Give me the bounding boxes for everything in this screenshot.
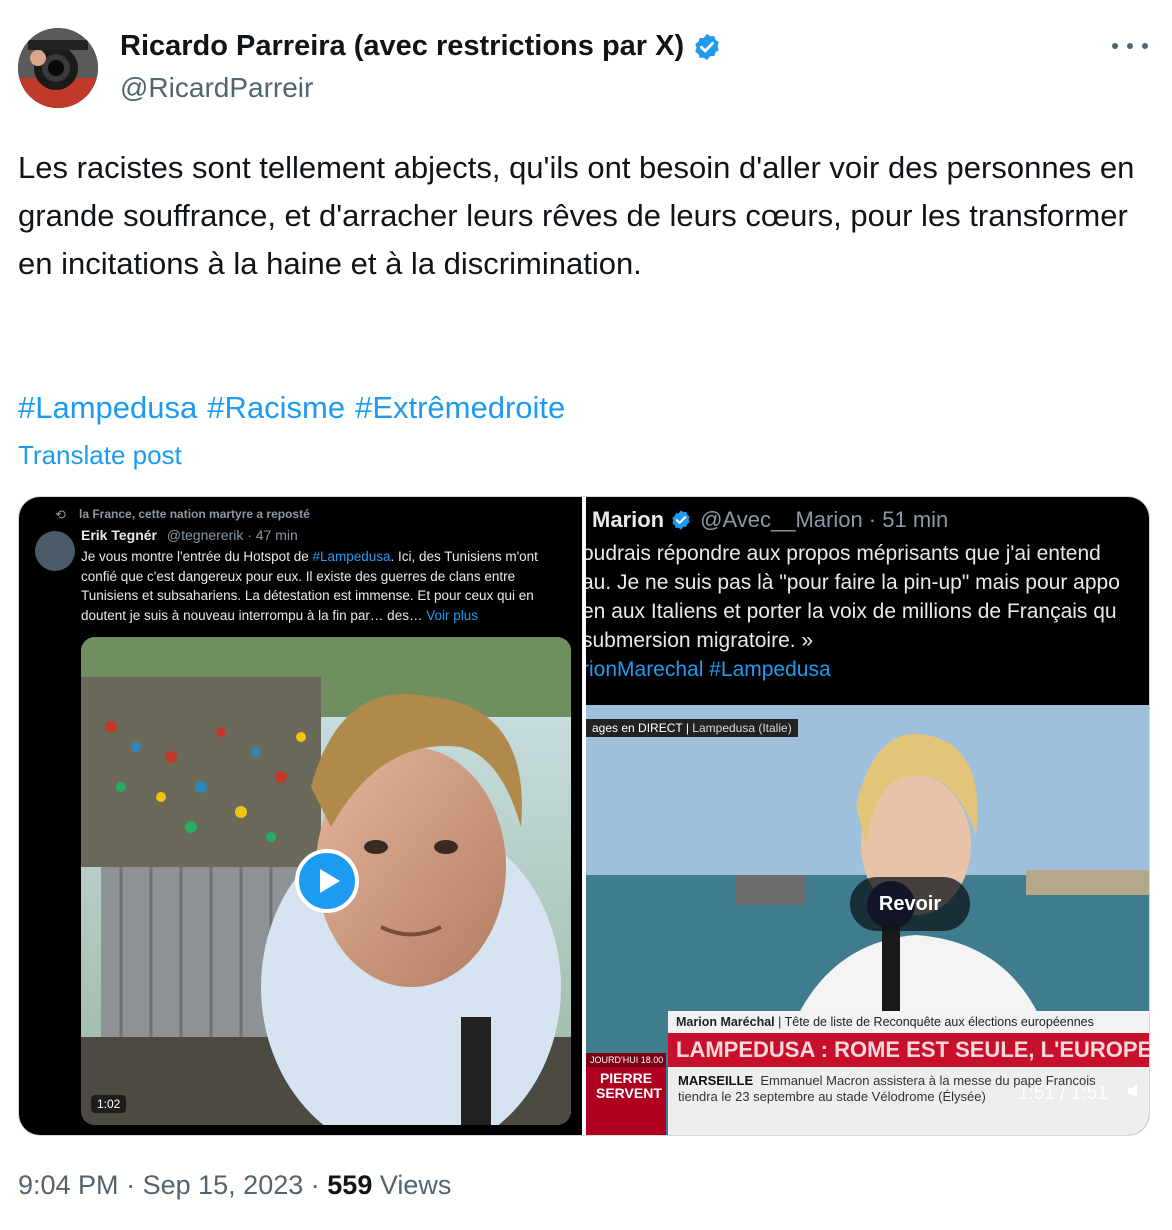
play-icon[interactable] [295, 849, 359, 913]
inner-author-right: Marion @Avec__Marion · 51 min [592, 507, 948, 533]
inner-text-line: oudrais répondre aux propos méprisants q… [586, 542, 1101, 565]
ticker-city: MARSEILLE [678, 1073, 754, 1088]
media-right-video[interactable]: Marion @Avec__Marion · 51 min oudrais ré… [586, 497, 1149, 1135]
news-headline: LAMPEDUSA : ROME EST SEULE, L'EUROPE EST… [668, 1033, 1149, 1067]
views-count: 559 [327, 1170, 373, 1200]
inner-text-line: en aux Italiens et porter la voix de mil… [586, 600, 1117, 623]
inner-author-name: Erik Tegnér [81, 527, 157, 543]
hashtag-link[interactable]: #Lampedusa [18, 390, 197, 425]
meta-separator: · [126, 1170, 136, 1200]
person-title: Tête de liste de Reconquête aux élection… [784, 1015, 1094, 1029]
author-name-text[interactable]: Ricardo Parreira (avec restrictions par … [120, 30, 684, 63]
author-handle[interactable]: @RicardParreir [120, 72, 313, 104]
repost-label: la France, cette nation martyre a repost… [79, 507, 310, 521]
today-show: PIERRE SERVENT [596, 1070, 662, 1101]
live-label-text: ages en DIRECT [592, 721, 683, 735]
hashtag-link[interactable]: #Extrêmedroite [355, 390, 565, 425]
media-grid: ⟲ la France, cette nation martyre a repo… [18, 496, 1150, 1136]
live-location: Lampedusa (Italie) [692, 721, 792, 735]
inner-author-handle-right: @Avec__Marion · 51 min [700, 507, 949, 532]
translate-post-link[interactable]: Translate post [18, 440, 182, 471]
volume-icon[interactable] [1126, 1081, 1146, 1101]
more-options-icon[interactable] [1112, 34, 1148, 58]
repost-icon: ⟲ [55, 507, 66, 522]
author-name[interactable]: Ricardo Parreira (avec restrictions par … [120, 30, 722, 63]
today-box: JOURD'HUI 18.00 PIERRE SERVENT [586, 1053, 666, 1135]
more-dot [1112, 43, 1118, 49]
hashtag-link[interactable]: #Racisme [207, 390, 345, 425]
more-dot [1142, 43, 1148, 49]
live-label: ages en DIRECT | Lampedusa (Italie) [586, 719, 798, 737]
tweet-time[interactable]: 9:04 PM [18, 1170, 119, 1200]
tweet-hashtags: #Lampedusa #Racisme #Extrêmedroite [18, 384, 575, 432]
media-left-video[interactable]: ⟲ la France, cette nation martyre a repo… [19, 497, 582, 1135]
person-lower-third: Marion Maréchal | Tête de liste de Recon… [668, 1011, 1149, 1033]
meta-separator: · [310, 1170, 320, 1200]
inner-text-line: submersion migratoire. » [586, 629, 814, 652]
ticker-text-2: tiendra le 23 septembre au stade Vélodro… [678, 1089, 986, 1104]
inner-text-before: Je vous montre l'entrée du Hotspot de [81, 549, 313, 564]
author-avatar[interactable] [18, 28, 98, 108]
views-label: Views [379, 1170, 452, 1200]
inner-author-name-right: Marion [592, 507, 665, 532]
verified-badge-icon [695, 33, 719, 60]
inner-author: Erik Tegnér @tegnererik · 47 min [81, 527, 298, 543]
inner-author-handle: @tegnererik · 47 min [166, 527, 298, 543]
see-more-link: Voir plus [426, 607, 478, 623]
more-dot [1127, 43, 1133, 49]
replay-button[interactable]: Revoir [850, 877, 970, 931]
tweet-meta: 9:04 PM · Sep 15, 2023 · 559 Views [18, 1170, 451, 1201]
video-duration-right: 1:51 / 1:51 [1018, 1083, 1108, 1104]
tweet-text: Les racistes sont tellement abjects, qu'… [18, 150, 1135, 281]
inner-hashtags-line: rionMarechal #Lampedusa [586, 658, 831, 681]
today-label: JOURD'HUI 18.00 [586, 1053, 666, 1067]
tweet-date[interactable]: Sep 15, 2023 [143, 1170, 304, 1200]
inner-hashtag: #Lampedusa [312, 549, 391, 564]
inner-tweet-text: Je vous montre l'entrée du Hotspot de #L… [81, 547, 571, 625]
person-name: Marion Maréchal [676, 1015, 775, 1029]
verified-badge-icon [672, 510, 690, 530]
inner-tweet-text-right: oudrais répondre aux propos méprisants q… [586, 539, 1149, 684]
inner-avatar [35, 531, 75, 571]
inner-text-line: au. Je ne suis pas là "pour faire la pin… [586, 571, 1120, 594]
video-duration: 1:02 [91, 1095, 127, 1113]
